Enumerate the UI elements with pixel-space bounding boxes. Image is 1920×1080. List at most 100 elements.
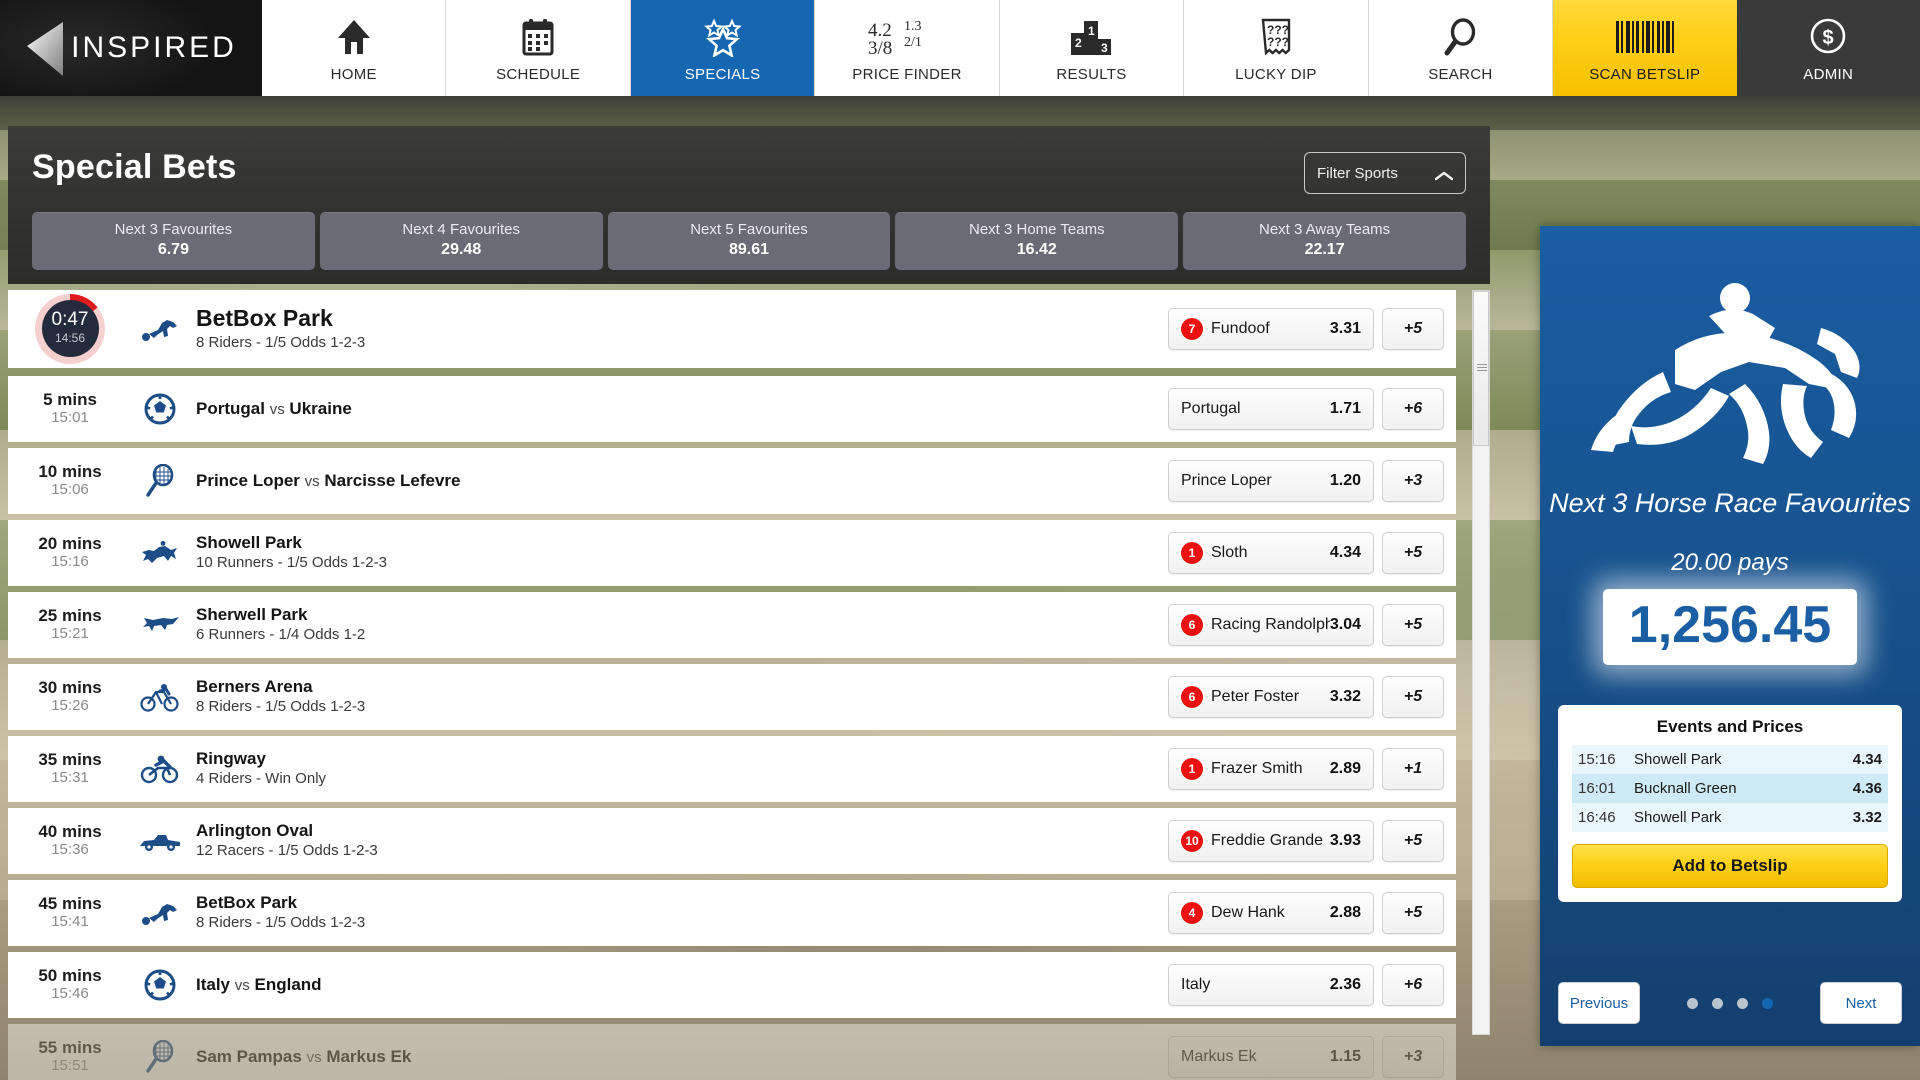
more-markets-button[interactable]: +3 — [1382, 1035, 1444, 1078]
carousel-dot[interactable] — [1712, 997, 1723, 1009]
nav-label-scan-betslip: SCAN BETSLIP — [1589, 65, 1701, 83]
bet-selection-button[interactable]: 10 Freddie Grande 3.93 — [1168, 819, 1374, 862]
more-markets-button[interactable]: +5 — [1382, 891, 1444, 934]
event-details: Ringway 4 Riders - Win Only — [188, 748, 1168, 789]
tennis-icon — [132, 463, 188, 498]
event-subtitle: 10 Runners - 1/5 Odds 1-2-3 — [196, 554, 387, 572]
tab-value: 22.17 — [1304, 240, 1345, 258]
nav-label-schedule: SCHEDULE — [496, 65, 581, 83]
nav-item-price-finder[interactable]: 4.2 1.3 3/8 2/1 PRICE FINDER — [815, 0, 1000, 96]
table-row[interactable]: 5 mins 15:01 Portugal vs Ukraine Portuga… — [8, 375, 1456, 442]
table-row[interactable]: 55 mins 15:51 Sam Pampas vs Markus Ek Ma… — [8, 1023, 1456, 1080]
horse-and-jockey-icon — [1585, 276, 1875, 471]
brand-name: INSPIRED — [71, 31, 237, 64]
event-mins: 50 mins — [38, 965, 102, 985]
table-row[interactable]: 45 mins 15:41 BetBox Park 8 Riders - 1/5… — [8, 879, 1456, 946]
inspired-arrow-icon — [25, 20, 65, 76]
bet-selection-button[interactable]: 7 Fundoof 3.31 — [1168, 307, 1374, 350]
bet-selection-button[interactable]: 1 Sloth 4.34 — [1168, 531, 1374, 574]
event-clock: 15:06 — [51, 481, 89, 499]
bet-controls: 6 Peter Foster 3.32 +5 — [1168, 675, 1456, 718]
bet-name: Peter Foster — [1211, 687, 1300, 705]
event-mins: 45 mins — [38, 893, 102, 913]
event-clock: 15:51 — [51, 1057, 89, 1075]
tab-next-3-away-teams[interactable]: Next 3 Away Teams 22.17 — [1183, 212, 1466, 270]
event-time: 20 mins 15:16 — [8, 534, 132, 572]
tab-next-3-favourites[interactable]: Next 3 Favourites 6.79 — [32, 212, 315, 270]
bet-name: Portugal — [1181, 399, 1241, 417]
event-clock: 15:31 — [51, 769, 89, 787]
tennis-icon — [132, 1039, 188, 1074]
scrollbar-thumb[interactable] — [1473, 290, 1489, 446]
event-subtitle: 8 Riders - 1/5 Odds 1-2-3 — [196, 698, 366, 716]
nav-item-scan-betslip[interactable]: SCAN BETSLIP — [1553, 0, 1737, 96]
more-markets-button[interactable]: +5 — [1382, 819, 1444, 862]
table-row[interactable]: 20 mins 15:16 Showell Park 10 Runners - … — [8, 519, 1456, 586]
bet-odds: 3.31 — [1329, 319, 1361, 337]
nav-item-admin[interactable]: $ ADMIN — [1736, 0, 1920, 96]
table-row[interactable]: 25 mins 15:21 Sherwell Park 6 Runners - … — [8, 591, 1456, 658]
nav-item-specials[interactable]: SPECIALS — [630, 0, 816, 96]
bet-name: Frazer Smith — [1211, 759, 1303, 777]
bet-odds: 1.15 — [1329, 1047, 1361, 1065]
previous-button[interactable]: Previous — [1558, 982, 1640, 1024]
carousel-dot[interactable] — [1737, 997, 1748, 1009]
bet-selection-button[interactable]: 6 Racing Randolph 3.04 — [1168, 603, 1374, 646]
bet-selection-button[interactable]: 6 Peter Foster 3.32 — [1168, 675, 1374, 718]
search-icon — [1442, 14, 1478, 60]
nav-item-home[interactable]: HOME — [262, 0, 447, 96]
table-row[interactable]: 50 mins 15:46 Italy vs England Italy 2.3… — [8, 951, 1456, 1018]
more-markets-button[interactable]: +6 — [1382, 963, 1444, 1006]
list-scrollbar[interactable] — [1472, 289, 1490, 1035]
nav-item-results[interactable]: 1 2 3 RESULTS — [999, 0, 1185, 96]
main-stage: Special Bets Filter Sports Next 3 Favour… — [0, 96, 1920, 1080]
silk-number: 1 — [1181, 757, 1203, 780]
silk-number: 6 — [1181, 613, 1203, 636]
bet-selection-button[interactable]: Italy 2.36 — [1168, 963, 1374, 1006]
table-row[interactable]: 0:47 14:56 BetBox Park 8 Riders - 1/5 Od… — [8, 289, 1456, 368]
more-markets-button[interactable]: +5 — [1382, 531, 1444, 574]
add-to-betslip-button[interactable]: Add to Betslip — [1572, 843, 1888, 888]
event-subtitle: 8 Riders - 1/5 Odds 1-2-3 — [196, 334, 366, 352]
bet-controls: Prince Loper 1.20 +3 — [1168, 459, 1456, 502]
nav-item-search[interactable]: SEARCH — [1368, 0, 1554, 96]
table-row[interactable]: 35 mins 15:31 Ringway 4 Riders - Win Onl… — [8, 735, 1456, 802]
event-details: Italy vs England — [188, 974, 1168, 996]
bet-controls: 4 Dew Hank 2.88 +5 — [1168, 891, 1456, 934]
tab-name: Next 3 Favourites — [114, 221, 233, 238]
event-clock: 15:21 — [51, 625, 89, 643]
versus-label: vs — [306, 1048, 322, 1066]
tab-next-3-home-teams[interactable]: Next 3 Home Teams 16.42 — [895, 212, 1179, 270]
bet-selection-button[interactable]: 4 Dew Hank 2.88 — [1168, 891, 1374, 934]
bet-selection-button[interactable]: 1 Frazer Smith 2.89 — [1168, 747, 1374, 790]
nav-label-search: SEARCH — [1428, 65, 1493, 83]
event-time: 30 mins 15:26 — [8, 678, 132, 716]
away-player: Markus Ek — [326, 1046, 412, 1066]
carousel-dot-active[interactable] — [1762, 997, 1773, 1009]
tab-next-4-favourites[interactable]: Next 4 Favourites 29.48 — [319, 212, 603, 270]
cycling-icon — [132, 682, 188, 712]
bet-selection-button[interactable]: Markus Ek 1.15 — [1168, 1035, 1374, 1078]
tab-next-5-favourites[interactable]: Next 5 Favourites 89.61 — [607, 212, 891, 270]
bet-odds: 3.04 — [1329, 615, 1361, 633]
more-markets-button[interactable]: +5 — [1382, 307, 1444, 350]
promo-panel: Next 3 Horse Race Favourites 20.00 pays … — [1540, 226, 1920, 1046]
more-markets-button[interactable]: +1 — [1382, 747, 1444, 790]
bet-selection-button[interactable]: Prince Loper 1.20 — [1168, 459, 1374, 502]
nav-item-lucky-dip[interactable]: ??? ??? LUCKY DIP — [1184, 0, 1369, 96]
next-button[interactable]: Next — [1820, 982, 1902, 1024]
nav-item-schedule[interactable]: SCHEDULE — [446, 0, 631, 96]
event-subtitle: 6 Runners - 1/4 Odds 1-2 — [196, 626, 366, 644]
table-row[interactable]: 10 mins 15:06 Prince Loper vs Narcisse L… — [8, 447, 1456, 514]
table-row[interactable]: 40 mins 15:36 Arlington Oval 12 Racers -… — [8, 807, 1456, 874]
more-markets-button[interactable]: +5 — [1382, 603, 1444, 646]
carousel-dot[interactable] — [1687, 997, 1698, 1009]
nav-label-lucky-dip: LUCKY DIP — [1235, 65, 1317, 83]
more-markets-button[interactable]: +6 — [1382, 387, 1444, 430]
more-markets-button[interactable]: +5 — [1382, 675, 1444, 718]
more-markets-button[interactable]: +3 — [1382, 459, 1444, 502]
filter-sports-dropdown[interactable]: Filter Sports — [1304, 152, 1466, 194]
bet-selection-button[interactable]: Portugal 1.71 — [1168, 387, 1374, 430]
table-row[interactable]: 30 mins 15:26 Berners Arena 8 Riders - 1… — [8, 663, 1456, 730]
price-event-name: Showell Park — [1634, 750, 1722, 768]
